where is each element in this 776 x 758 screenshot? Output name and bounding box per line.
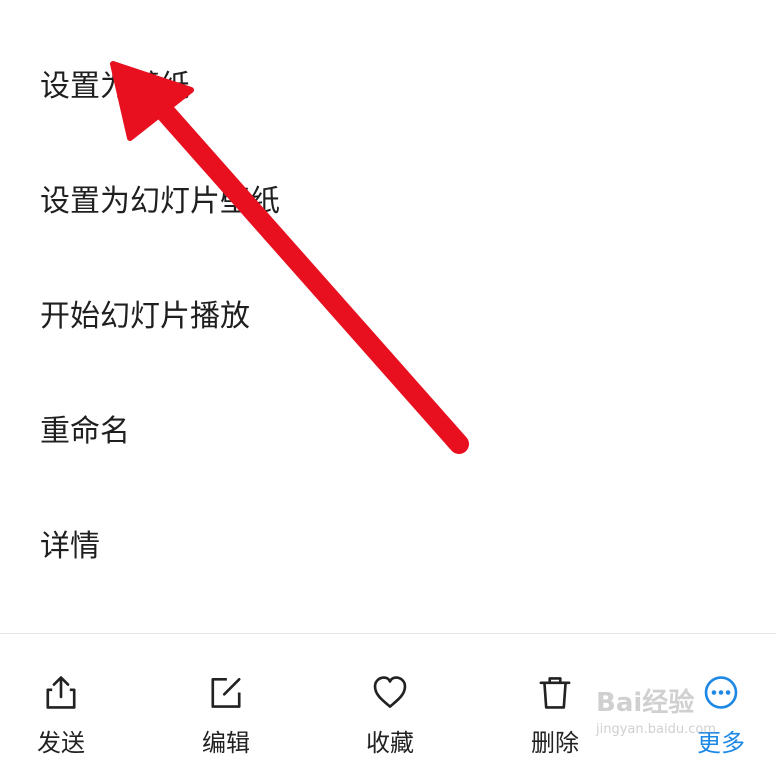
more-button[interactable]: 更多 [666,634,776,758]
menu-item-label: 设置为壁纸 [40,69,190,104]
delete-button[interactable]: 删除 [500,634,610,758]
favorite-button[interactable]: 收藏 [335,634,445,758]
menu-item-details[interactable]: 详情 [40,508,740,578]
menu-item-label: 重命名 [40,414,130,449]
more-label: 更多 [697,729,745,757]
send-button[interactable]: 发送 [6,634,116,758]
menu-item-set-wallpaper[interactable]: 设置为壁纸 [40,48,740,118]
send-label: 发送 [37,729,85,757]
delete-label: 删除 [531,729,579,757]
menu-item-label: 开始幻灯片播放 [40,299,250,334]
bottom-action-bar: 发送 编辑 收藏 删除 更多 [0,634,776,758]
menu-item-set-slideshow-wallpaper[interactable]: 设置为幻灯片壁纸 [40,163,740,233]
menu-item-label: 详情 [40,529,100,564]
edit-icon [211,677,241,708]
share-icon [46,676,76,709]
more-options-menu: 设置为壁纸 设置为幻灯片壁纸 开始幻灯片播放 重命名 详情 [0,0,776,633]
menu-item-rename[interactable]: 重命名 [40,393,740,463]
edit-button[interactable]: 编辑 [171,634,281,758]
heart-icon [373,676,407,708]
menu-item-label: 设置为幻灯片壁纸 [40,184,280,219]
more-icon [704,676,738,709]
menu-item-start-slideshow[interactable]: 开始幻灯片播放 [40,278,740,348]
edit-label: 编辑 [202,729,250,757]
favorite-label: 收藏 [366,729,414,757]
trash-icon [539,677,571,709]
